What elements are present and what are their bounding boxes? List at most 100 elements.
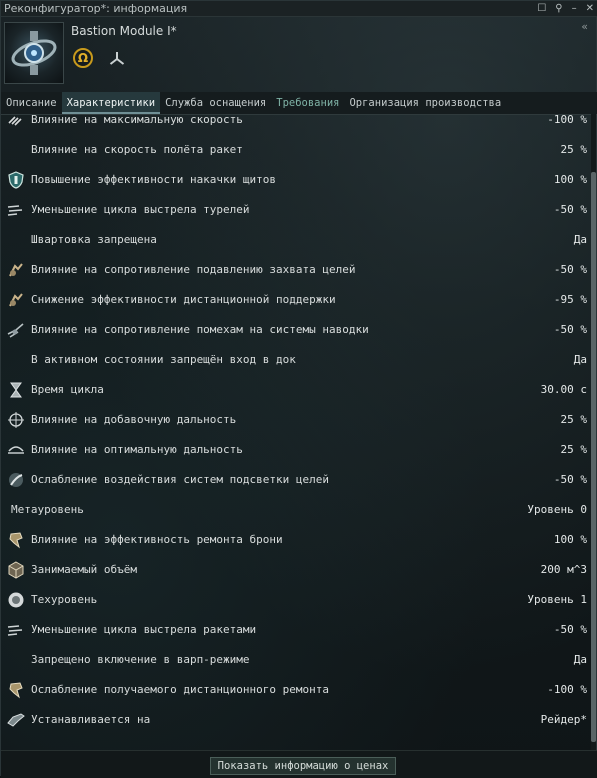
attribute-row[interactable]: Запрещено включение в варп-режиме Да [1,645,589,675]
crosshair-icon [8,412,24,428]
attribute-label: Уменьшение цикла выстрела ракетами [31,623,257,636]
attribute-row[interactable]: Влияние на сопротивление подавлению захв… [1,255,589,285]
close-icon[interactable]: ✕ [586,2,594,15]
attribute-row[interactable]: Влияние на сопротивление помехам на сист… [1,315,589,345]
attribute-value: -100 % [547,114,587,126]
attribute-row[interactable]: Метауровень Уровень 0 [1,495,589,525]
footer: Показать информацию о ценах [1,750,597,778]
attribute-label: Техуровень [31,593,98,606]
attribute-row[interactable]: Уменьшение цикла выстрела турелей -50 % [1,195,589,225]
omega-icon[interactable]: Ω [73,48,93,68]
tab-description[interactable]: Описание [1,92,62,114]
guidance-disruption-icon [7,323,24,338]
attribute-row[interactable]: Влияние на скорость полёта ракет 25 % [1,135,589,165]
title-bar-controls: ☐ ⚲ – ✕ [537,2,594,15]
item-name: Bastion Module I* [71,24,177,38]
attribute-value: 25 % [560,443,588,456]
attribute-label: Влияние на добавочную дальность [31,413,237,426]
armor-repair-icon [9,682,23,699]
attribute-row[interactable]: Устанавливается на Рейдер* [1,705,589,735]
shield-boost-icon [8,171,24,189]
attribute-label: Влияние на оптимальную дальность [31,443,243,456]
square-icon[interactable]: ☐ [537,2,546,15]
armor-repair-icon [9,532,23,549]
attribute-label: Влияние на сопротивление подавлению захв… [31,263,356,276]
collapse-icon[interactable]: « [581,20,588,33]
attribute-label: В активном состоянии запрещён вход в док [31,353,296,366]
attribute-row[interactable]: Снижение эффективности дистанционной под… [1,285,589,315]
title-bar[interactable]: Реконфигуратор*: информация ☐ ⚲ – ✕ [1,1,597,17]
minimize-icon[interactable]: – [572,2,577,15]
attribute-value: -50 % [553,623,587,636]
attribute-label: Уменьшение цикла выстрела турелей [31,203,250,216]
attribute-value: Рейдер* [540,713,587,726]
attribute-value: Да [573,353,587,366]
attribute-row[interactable]: Ослабление воздействия систем подсветки … [1,465,589,495]
attribute-row[interactable]: В активном состоянии запрещён вход в док… [1,345,589,375]
attribute-value: -50 % [553,263,587,276]
attribute-label: Занимаемый объём [31,563,137,576]
pin-icon[interactable]: ⚲ [555,2,562,15]
attribute-value: Уровень 0 [527,503,587,516]
attribute-value: -50 % [553,473,587,486]
scrollbar-thumb[interactable] [591,172,596,742]
attribute-value: -50 % [553,203,587,216]
attribute-label: Время цикла [31,383,104,396]
attribute-label: Метауровень [11,503,84,516]
target-painter-icon [9,473,23,487]
attribute-row[interactable]: Занимаемый объём 200 м^3 [1,555,589,585]
bastion-module-icon[interactable] [4,22,64,84]
attribute-value: 100 % [553,173,587,186]
tab-requirements[interactable]: Требования [271,92,344,114]
attribute-value: Да [573,653,587,666]
attribute-value: Уровень 1 [527,593,587,606]
attribute-label: Повышение эффективности накачки щитов [31,173,277,186]
missile-rof-icon [7,625,23,636]
tech-level-icon [8,592,24,608]
attribute-label: Снижение эффективности дистанционной под… [31,293,336,306]
ship-icon [7,713,25,727]
attribute-label: Влияние на скорость полёта ракет [31,143,243,156]
speed-icon [8,116,22,126]
attribute-row[interactable]: Влияние на оптимальную дальность 25 % [1,435,589,465]
attribute-label: Влияние на эффективность ремонта брони [31,533,283,546]
attribute-value: -95 % [553,293,587,306]
scrollbar[interactable] [591,114,596,750]
attribute-row[interactable]: Уменьшение цикла выстрела ракетами -50 % [1,615,589,645]
attribute-row[interactable]: Влияние на максимальную скорость -100 % [1,114,589,135]
tab-attributes[interactable]: Характеристики [61,92,161,114]
cube-icon [8,561,24,579]
tab-bar: Описание Характеристики Служба оснащения… [1,92,597,115]
attribute-label: Влияние на максимальную скорость [31,114,243,126]
attribute-value: 200 м^3 [540,563,587,576]
attribute-value: 25 % [560,143,588,156]
attribute-value: Да [573,233,587,246]
attribute-row[interactable]: Время цикла 30.00 с [1,375,589,405]
attribute-row[interactable]: Техуровень Уровень 1 [1,585,589,615]
attribute-row[interactable]: Повышение эффективности накачки щитов 100… [1,165,589,195]
info-window: Реконфигуратор*: информация ☐ ⚲ – ✕ Bast… [0,0,597,778]
attribute-label: Ослабление воздействия систем подсветки … [31,473,330,486]
optimal-range-icon [8,446,24,454]
tab-fitted-on[interactable]: Служба оснащения [160,92,271,114]
attribute-label: Ослабление получаемого дистанционного ре… [31,683,330,696]
window-title: Реконфигуратор*: информация [4,2,188,15]
attribute-row[interactable]: Швартовка запрещена Да [1,225,589,255]
attribute-value: 100 % [553,533,587,546]
tech-tri-icon[interactable] [108,50,126,68]
attribute-label: Влияние на сопротивление помехам на сист… [31,323,369,336]
attribute-row[interactable]: Влияние на добавочную дальность 25 % [1,405,589,435]
attribute-label: Швартовка запрещена [31,233,157,246]
attribute-row[interactable]: Влияние на эффективность ремонта брони 10… [1,525,589,555]
attribute-label: Запрещено включение в варп-режиме [31,653,250,666]
attribute-row[interactable]: Ослабление получаемого дистанционного ре… [1,675,589,705]
attribute-value: 30.00 с [540,383,587,396]
tab-industry[interactable]: Организация производства [344,92,506,114]
ewar-resist-icon [9,263,23,277]
attribute-value: -50 % [553,323,587,336]
remote-support-icon [9,293,23,307]
show-price-info-button[interactable]: Показать информацию о ценах [210,757,396,775]
attribute-list[interactable]: Влияние на максимальную скорость -100 % Вл… [1,114,589,750]
hourglass-icon [10,382,22,398]
attribute-value: -100 % [547,683,587,696]
